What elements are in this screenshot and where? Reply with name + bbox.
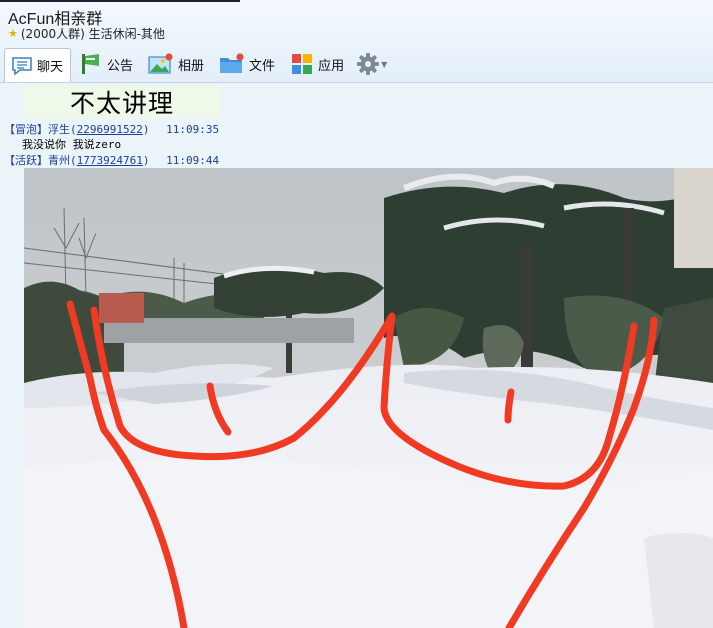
tab-announcement[interactable]: 公告 <box>73 48 140 80</box>
snowy-park-photo <box>24 168 713 628</box>
message-time: 11:09:44 <box>166 154 220 167</box>
tab-album[interactable]: 相册 <box>142 48 211 80</box>
message-header: 【活跃】青州(1773924761) 11:09:44 <box>4 154 220 167</box>
group-category: (2000人群) 生活休闲-其他 <box>20 27 165 41</box>
tab-files[interactable]: 文件 <box>213 48 282 80</box>
tab-apps[interactable]: 应用 <box>284 48 351 80</box>
message-header: 【冒泡】浮生(2296991522) 11:09:35 <box>4 123 220 136</box>
tab-apps-label: 应用 <box>318 58 345 74</box>
message-time: 11:09:35 <box>166 123 220 136</box>
gear-icon <box>357 53 380 75</box>
message-text: 我没说你 我说zero <box>22 138 122 151</box>
chat-bubble-icon <box>12 56 32 76</box>
tab-chat-label: 聊天 <box>37 60 64 75</box>
tab-album-label: 相册 <box>178 58 205 74</box>
chevron-down-icon: ▼ <box>381 59 388 69</box>
tab-files-label: 文件 <box>249 58 276 74</box>
member-title-badge: 【冒泡】 <box>4 123 48 136</box>
tab-chat[interactable]: 聊天 <box>4 48 72 82</box>
apps-grid-icon <box>292 54 313 74</box>
window-header: AcFun相亲群 ★ (2000人群) 生活休闲-其他 聊天 公告 相册 文件 … <box>0 0 713 83</box>
sticker-image: 不太讲理 <box>24 85 220 118</box>
sender-name[interactable]: 青州 <box>48 154 70 167</box>
sender-qq-link[interactable]: 2296991522 <box>77 123 143 136</box>
settings-menu-button[interactable]: ▼ <box>353 48 391 80</box>
photo-album-icon <box>148 53 173 74</box>
sender-name[interactable]: 浮生 <box>48 123 70 136</box>
folder-icon <box>220 53 244 73</box>
chat-history[interactable]: 不太讲理 【冒泡】浮生(2296991522) 11:09:35 我没说你 我说… <box>0 83 713 628</box>
group-toolbar: 聊天 公告 相册 文件 应用 ▼ <box>4 48 391 82</box>
megaphone-icon <box>82 54 100 74</box>
star-icon: ★ <box>8 27 18 40</box>
sticker-text: 不太讲理 <box>69 88 174 118</box>
message-photo[interactable] <box>24 168 713 628</box>
tab-announcement-label: 公告 <box>107 58 134 74</box>
group-subtitle: ★ (2000人群) 生活休闲-其他 <box>8 25 165 42</box>
sender-qq-link[interactable]: 1773924761 <box>77 154 143 167</box>
member-title-badge: 【活跃】 <box>4 154 48 167</box>
window-top-edge <box>0 0 240 2</box>
